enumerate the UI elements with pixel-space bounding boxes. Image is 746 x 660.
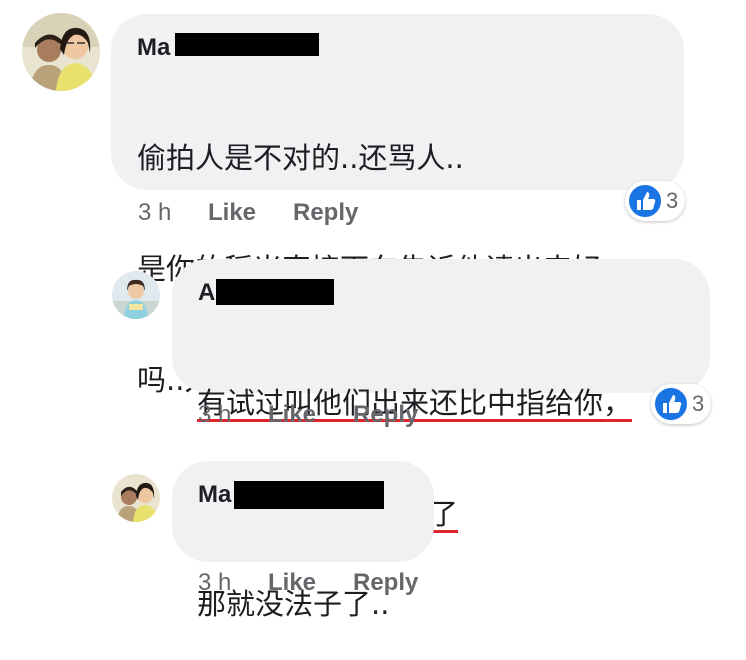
comment-timestamp[interactable]: 3 h <box>138 199 171 227</box>
like-thumbs-up-icon <box>628 184 662 218</box>
comment-timestamp[interactable]: 3 h <box>198 401 231 429</box>
reaction-summary[interactable]: 3 <box>625 181 685 221</box>
redaction-bar <box>234 481 384 509</box>
comment-timestamp[interactable]: 3 h <box>198 569 231 597</box>
reaction-count: 3 <box>666 188 679 213</box>
comment-author[interactable]: Ma <box>198 481 231 509</box>
reply-button[interactable]: Reply <box>353 569 418 597</box>
reply-button[interactable]: Reply <box>353 401 418 429</box>
reaction-count: 3 <box>692 391 705 416</box>
avatar[interactable] <box>112 474 160 522</box>
comment-author[interactable]: A <box>198 279 215 307</box>
avatar-photo <box>112 271 160 319</box>
avatar[interactable] <box>22 13 100 91</box>
avatar[interactable] <box>112 271 160 319</box>
comment-author[interactable]: Ma <box>137 34 170 62</box>
like-button[interactable]: Like <box>268 401 316 429</box>
avatar-photo <box>22 13 100 91</box>
reply-button[interactable]: Reply <box>293 199 358 227</box>
redaction-bar <box>175 33 319 56</box>
like-button[interactable]: Like <box>208 199 256 227</box>
like-thumbs-up-icon <box>654 387 688 421</box>
avatar-photo <box>112 474 160 522</box>
like-button[interactable]: Like <box>268 569 316 597</box>
reaction-summary[interactable]: 3 <box>651 384 711 424</box>
redaction-bar <box>216 279 334 305</box>
comment-text-line: 偷拍人是不对的..还骂人.. <box>137 141 464 175</box>
